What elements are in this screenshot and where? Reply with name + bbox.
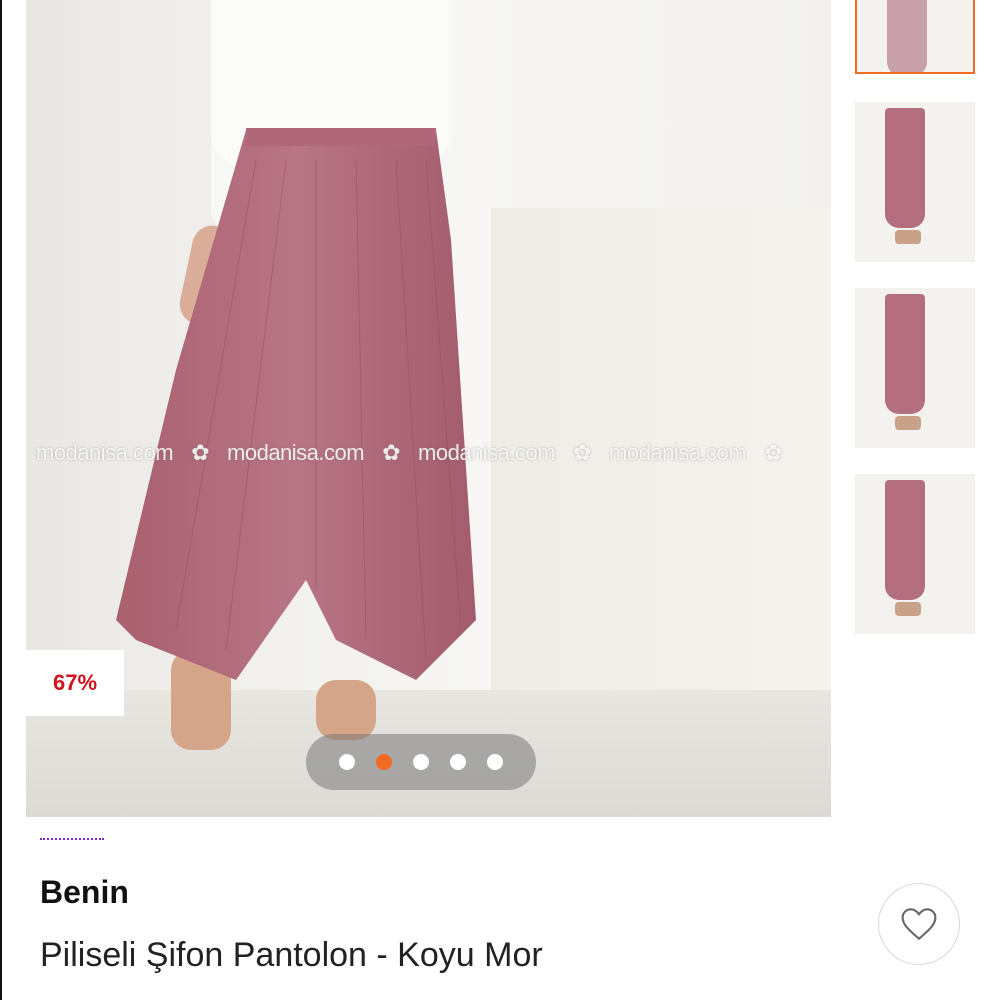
thumbnail-figure <box>887 0 927 72</box>
flower-icon: ✿ <box>382 440 401 465</box>
screen-edge <box>0 0 2 1000</box>
flower-icon: ✿ <box>191 440 210 465</box>
carousel-pagination <box>306 734 536 790</box>
favorite-button[interactable] <box>878 883 960 965</box>
watermark-text: modanisa.com <box>227 440 365 465</box>
main-product-image[interactable]: modanisa.com ✿ modanisa.com ✿ modanisa.c… <box>26 0 831 817</box>
thumbnail-4[interactable] <box>855 474 975 634</box>
discount-badge: 67% <box>26 650 124 716</box>
thumbnail-feet <box>895 602 921 616</box>
flower-icon: ✿ <box>764 440 783 465</box>
thumbnail-3[interactable] <box>855 288 975 448</box>
carousel-dot-5[interactable] <box>487 754 503 770</box>
thumbnail-feet <box>895 416 921 430</box>
carousel-dot-2[interactable] <box>376 754 392 770</box>
thumbnail-1[interactable] <box>855 0 975 74</box>
carousel-dot-1[interactable] <box>339 754 355 770</box>
watermark-text: modanisa.com <box>36 440 174 465</box>
discount-badge-label: 67% <box>52 670 98 695</box>
watermark-text: modanisa.com <box>418 440 556 465</box>
model-pants <box>116 128 476 680</box>
thumbnail-2[interactable] <box>855 102 975 262</box>
thumbnail-figure <box>885 294 925 414</box>
divider <box>40 838 104 844</box>
background-panel <box>491 208 831 728</box>
brand-name[interactable]: Benin <box>40 874 129 911</box>
thumbnail-figure <box>885 480 925 600</box>
watermark-row: modanisa.com ✿ modanisa.com ✿ modanisa.c… <box>26 440 831 466</box>
flower-icon: ✿ <box>573 440 592 465</box>
watermark-text: modanisa.com <box>609 440 747 465</box>
thumbnail-figure <box>885 108 925 228</box>
carousel-dot-4[interactable] <box>450 754 466 770</box>
thumbnail-feet <box>895 230 921 244</box>
product-title: Piliseli Şifon Pantolon - Koyu Mor <box>40 936 543 974</box>
carousel-dot-3[interactable] <box>413 754 429 770</box>
heart-outline-icon <box>901 908 937 941</box>
